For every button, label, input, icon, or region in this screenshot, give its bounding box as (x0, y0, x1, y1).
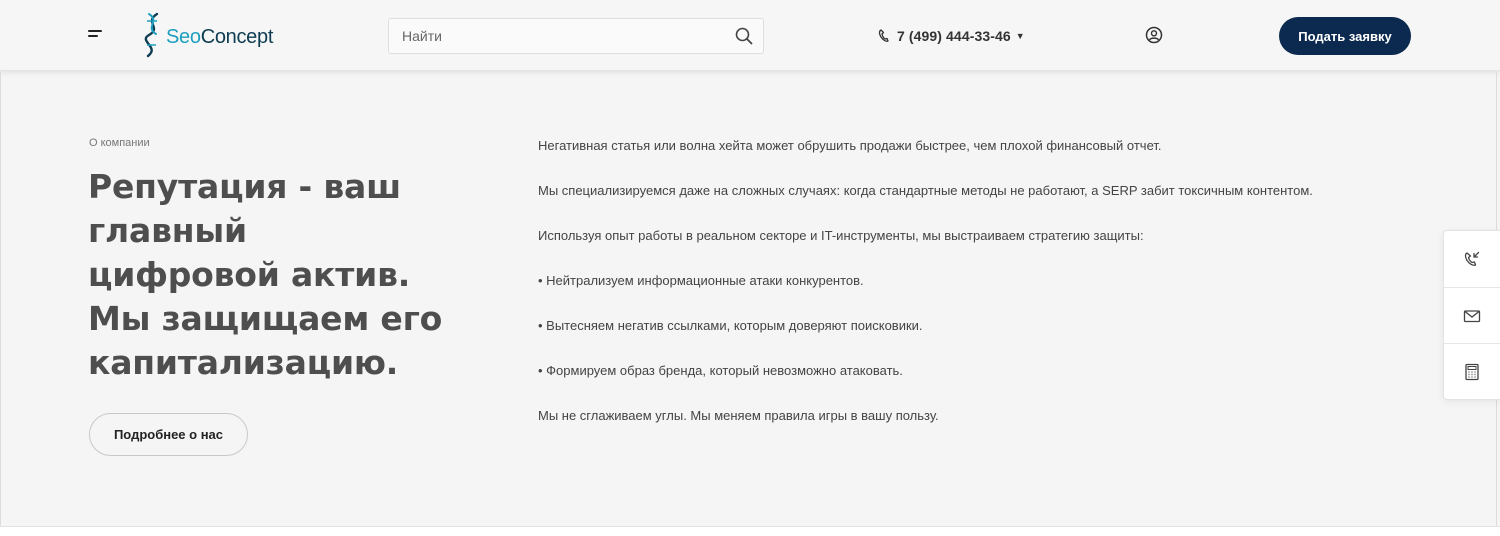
menu-icon[interactable] (88, 30, 104, 40)
dna-logo-icon (144, 12, 159, 58)
phone-dropdown[interactable]: 7 (499) 444-33-46 ▼ (878, 26, 1025, 46)
submit-request-button[interactable]: Подать заявку (1279, 17, 1411, 55)
list-item: • Формируем образ бренда, который невозм… (538, 363, 903, 378)
calculator-icon (1465, 363, 1479, 380)
callback-icon (1464, 251, 1480, 266)
site-header: SeoConcept 7 (499) 444-33-46 ▼ Подать за… (0, 0, 1500, 71)
page-title: Репутация - ваш главный цифровой актив. … (88, 167, 443, 382)
list-item: • Вытесняем негатив ссылками, которым до… (538, 318, 923, 333)
search-input[interactable] (389, 19, 729, 53)
paragraph-intro: Негативная статья или волна хейта может … (538, 138, 1162, 153)
email-button[interactable] (1444, 287, 1500, 343)
about-us-button[interactable]: Подробнее о нас (89, 413, 248, 456)
search-icon[interactable] (735, 27, 753, 45)
logo[interactable]: SeoConcept (142, 12, 273, 58)
next-section (0, 527, 1500, 536)
paragraph-specialization: Мы специализируемся даже на сложных случ… (538, 183, 1313, 198)
list-item: • Нейтрализуем информационные атаки конк… (538, 273, 864, 288)
chevron-down-icon[interactable]: ▼ (1016, 31, 1025, 41)
paragraph-closing: Мы не сглаживаем углы. Мы меняем правила… (538, 408, 939, 423)
user-icon[interactable] (1145, 26, 1163, 44)
phone-icon (878, 29, 889, 42)
section-eyebrow: О компании (89, 137, 150, 149)
logo-text: SeoConcept (166, 25, 274, 48)
mail-icon (1463, 309, 1481, 322)
calculator-button[interactable] (1444, 343, 1500, 399)
search-box (388, 18, 764, 54)
floating-contact-panel (1443, 230, 1500, 400)
callback-button[interactable] (1444, 231, 1500, 287)
paragraph-strategy: Используя опыт работы в реальном секторе… (538, 228, 1144, 243)
phone-number[interactable]: 7 (499) 444-33-46 (897, 28, 1011, 44)
page-border-left (0, 72, 1, 526)
